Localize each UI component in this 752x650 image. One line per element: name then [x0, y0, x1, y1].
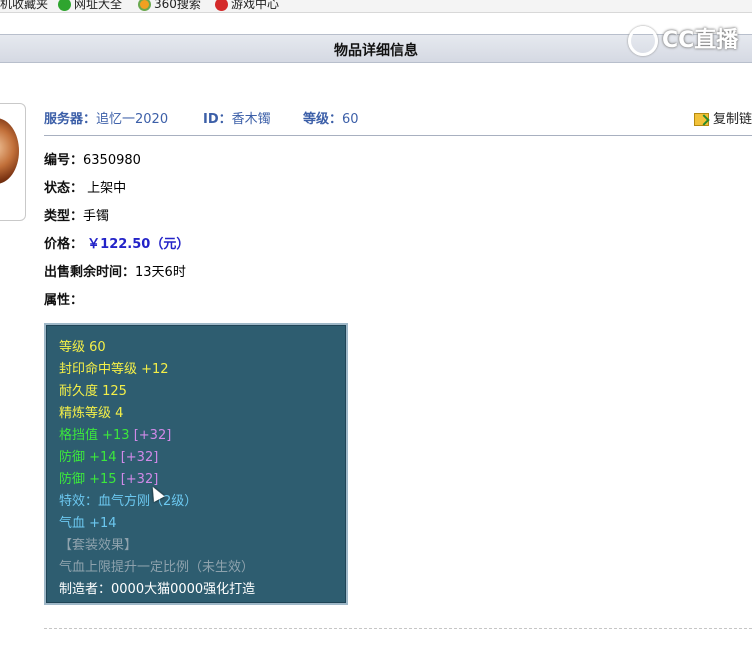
- favorites-bar: 机收藏夹 网址大全 360搜索 游戏中心: [0, 0, 752, 13]
- game-center-icon: [215, 0, 228, 11]
- watermark-logo-icon: [628, 26, 658, 56]
- item-number: 编号：6350980: [44, 153, 141, 168]
- attribute-line: 气血上限提升一定比例（未生效）: [59, 560, 255, 575]
- item-price: 价格： ￥122.50（元）: [44, 237, 190, 252]
- favorite-item[interactable]: 360搜索: [138, 0, 201, 12]
- item-type: 类型：手镯: [44, 209, 110, 224]
- favorite-item[interactable]: 网址大全: [58, 0, 122, 12]
- id-info: ID：香木镯: [203, 112, 271, 127]
- attribute-line: 气血 +14: [59, 516, 117, 531]
- attributes-box: 等级 60 封印命中等级 +12 耐久度 125 精炼等级 4 格挡值 +13 …: [44, 323, 348, 605]
- item-image[interactable]: [0, 103, 26, 221]
- attribute-line: 【套装效果】: [59, 538, 138, 553]
- level-info: 等级：60: [303, 112, 359, 127]
- copy-link-icon: [694, 113, 709, 126]
- bracelet-icon: [0, 118, 19, 184]
- attribute-line: 等级 60: [59, 340, 106, 355]
- item-attributes-label: 属性：: [44, 293, 84, 308]
- item-status: 状态： 上架中: [44, 181, 127, 196]
- item-info-row: 服务器：追忆一2020 ID：香木镯 等级：60 复制链接: [44, 108, 752, 127]
- attribute-line: 防御 +15 [+32]: [59, 472, 159, 487]
- copy-link-button[interactable]: 复制链接: [694, 108, 752, 127]
- favorite-item[interactable]: 机收藏夹: [0, 0, 48, 12]
- plus-icon: [58, 0, 71, 11]
- stream-watermark: CC直播: [628, 22, 738, 56]
- server-info: 服务器：追忆一2020: [44, 112, 169, 127]
- attribute-line: 耐久度 125: [59, 384, 127, 399]
- search-360-icon: [138, 0, 151, 11]
- item-remaining-time: 出售剩余时间：13天6时: [44, 265, 186, 280]
- attribute-line: 制造者：0000大猫0000强化打造: [59, 582, 256, 597]
- attribute-line: 精炼等级 4: [59, 406, 124, 421]
- attribute-line: 格挡值 +13 [+32]: [59, 428, 172, 443]
- attribute-line: 封印命中等级 +12: [59, 362, 169, 377]
- favorite-item[interactable]: 游戏中心: [215, 0, 279, 12]
- info-divider: [44, 135, 752, 136]
- bottom-divider: [44, 628, 752, 629]
- attribute-line: 防御 +14 [+32]: [59, 450, 159, 465]
- attribute-line: 特效：血气方刚（2级）: [59, 494, 198, 509]
